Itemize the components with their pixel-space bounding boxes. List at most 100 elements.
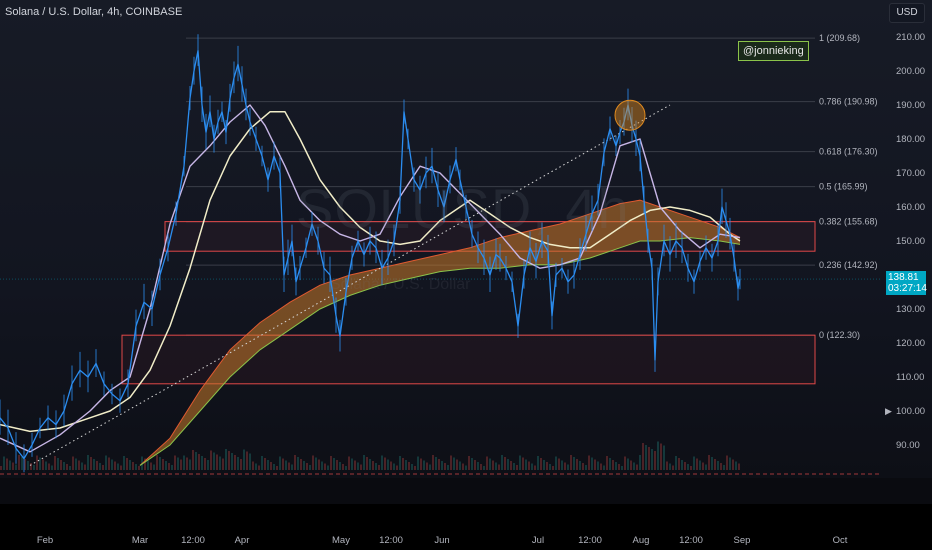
volume-bar — [570, 455, 572, 470]
fib-level-label: 0.382 (155.68) — [819, 217, 878, 227]
volume-bar — [45, 461, 47, 470]
volume-bar — [159, 457, 161, 470]
volume-bar — [114, 461, 116, 470]
volume-bar — [450, 455, 452, 470]
volume-bar — [432, 455, 434, 470]
fib-level-label: 0.5 (165.99) — [819, 182, 868, 192]
volume-bar — [705, 464, 707, 470]
volume-bar — [543, 460, 545, 470]
volume-bar — [321, 461, 323, 470]
last-price-tag: 138.81 03:27:14 — [886, 271, 927, 295]
currency-button[interactable]: USD — [889, 3, 925, 23]
volume-bar — [345, 466, 347, 470]
volume-bar — [657, 441, 659, 470]
volume-bar — [600, 463, 602, 470]
volume-bar — [654, 451, 656, 470]
volume-bar — [243, 449, 245, 470]
volume-bar — [39, 457, 41, 470]
volume-bar — [582, 463, 584, 470]
volume-bar — [6, 458, 8, 470]
volume-bar — [195, 452, 197, 470]
volume-bar — [612, 460, 614, 470]
volume-bar — [51, 465, 53, 470]
volume-bar — [405, 460, 407, 470]
volume-bar — [264, 458, 266, 470]
volume-bar — [552, 466, 554, 470]
price-chart[interactable]: 1 (209.68) 0.786 (190.98) 0.618 (176.30) 0.… — [0, 0, 932, 550]
volume-bar — [42, 459, 44, 470]
volume-bar — [501, 455, 503, 470]
volume-bar — [216, 454, 218, 470]
volume-bar — [408, 462, 410, 470]
volume-bar — [378, 465, 380, 470]
x-tick-label: 12:00 — [679, 535, 703, 546]
volume-bar — [291, 464, 293, 470]
scroll-right-icon[interactable]: ▶ — [885, 406, 892, 417]
volume-bar — [555, 456, 557, 470]
volume-bar — [729, 457, 731, 470]
volume-bar — [504, 457, 506, 470]
volume-bar — [342, 464, 344, 470]
volume-bar — [33, 465, 35, 470]
volume-bar — [192, 450, 194, 470]
volume-bar — [477, 462, 479, 470]
volume-bar — [78, 460, 80, 470]
volume-bar — [441, 461, 443, 470]
fib-level-label: 0 (122.30) — [819, 330, 860, 340]
volume-bar — [231, 453, 233, 470]
volume-bar — [102, 465, 104, 470]
volume-bar — [369, 459, 371, 470]
volume-bar — [492, 460, 494, 470]
volume-bar — [615, 462, 617, 470]
volume-bar — [27, 461, 29, 470]
x-tick-label: Oct — [833, 535, 848, 546]
volume-bar — [444, 463, 446, 470]
x-tick-label: 12:00 — [578, 535, 602, 546]
volume-bar — [198, 454, 200, 470]
volume-bar — [252, 461, 254, 470]
volume-bar — [549, 464, 551, 470]
y-tick-label: 180.00 — [896, 134, 925, 145]
x-tick-label: Apr — [235, 535, 250, 546]
y-tick-label: 160.00 — [896, 202, 925, 213]
volume-bar — [93, 459, 95, 470]
volume-bar — [468, 456, 470, 470]
volume-bar — [132, 462, 134, 470]
volume-bar — [336, 460, 338, 470]
volume-bar — [282, 458, 284, 470]
symbol-title: Solana / U.S. Dollar, 4h, COINBASE — [5, 6, 183, 18]
volume-bar — [348, 456, 350, 470]
volume-bar — [507, 459, 509, 470]
volume-bar — [639, 455, 641, 470]
volume-bar — [147, 460, 149, 470]
x-tick-label: Jul — [532, 535, 544, 546]
x-tick-label: 12:00 — [181, 535, 205, 546]
volume-bar — [672, 465, 674, 470]
volume-bar — [36, 455, 38, 470]
volume-bar — [201, 456, 203, 470]
volume-bar — [537, 456, 539, 470]
volume-bar — [561, 460, 563, 470]
volume-bar — [495, 462, 497, 470]
volume-bar — [339, 462, 341, 470]
volume-bar — [390, 461, 392, 470]
volume-bar — [99, 463, 101, 470]
y-tick-label: 150.00 — [896, 236, 925, 247]
volume-bar — [573, 457, 575, 470]
x-tick-label: Jun — [434, 535, 449, 546]
volume-bar — [84, 464, 86, 470]
volume-bar — [63, 462, 65, 470]
x-tick-label: Sep — [734, 535, 751, 546]
volume-bar — [462, 463, 464, 470]
volume-bar — [117, 463, 119, 470]
volume-bar — [210, 450, 212, 470]
volume-bar — [513, 463, 515, 470]
volume-bar — [135, 464, 137, 470]
volume-bar — [699, 460, 701, 470]
volume-bar — [579, 461, 581, 470]
volume-bar — [315, 457, 317, 470]
volume-bar — [165, 461, 167, 470]
volume-bar — [459, 461, 461, 470]
volume-bar — [204, 458, 206, 470]
volume-bar — [363, 455, 365, 470]
